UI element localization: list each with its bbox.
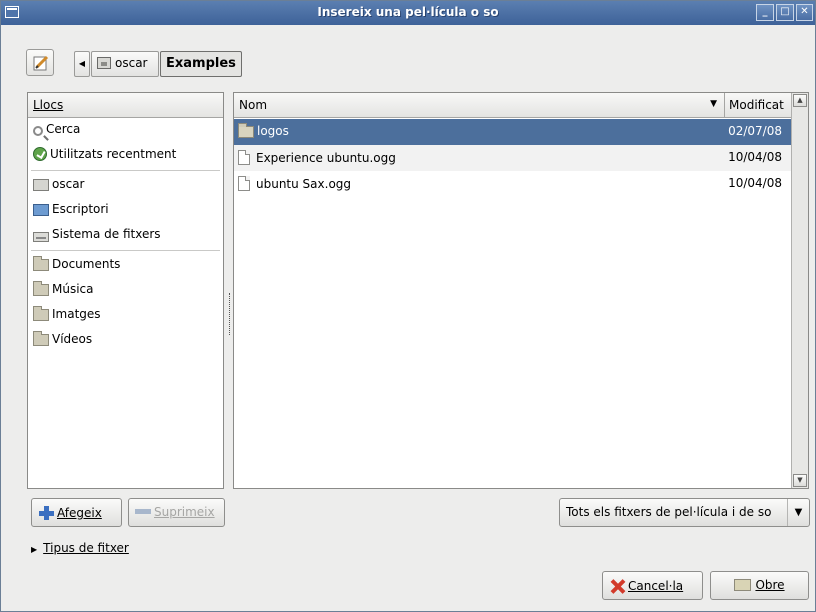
scroll-up-icon[interactable]: ▲ bbox=[793, 94, 807, 107]
sidebar-item-label: Utilitzats recentment bbox=[50, 147, 177, 161]
places-header[interactable]: Llocs bbox=[28, 93, 223, 118]
expander-label: Tipus de fitxer bbox=[43, 541, 129, 555]
file-row[interactable]: ubuntu Sax.ogg 10/04/08 bbox=[234, 171, 792, 197]
sort-down-icon: ▼ bbox=[710, 99, 717, 109]
breadcrumb-examples[interactable]: Examples bbox=[160, 51, 242, 77]
open-button[interactable]: Obre bbox=[710, 571, 809, 600]
desktop-icon bbox=[33, 204, 49, 216]
column-name-header[interactable]: Nom ▼ bbox=[234, 93, 724, 118]
maximize-button[interactable]: □ bbox=[776, 4, 794, 21]
sidebar-item-label: Sistema de fitxers bbox=[52, 227, 161, 241]
file-icon bbox=[238, 176, 250, 191]
expander-arrow-icon: ▶ bbox=[31, 545, 38, 554]
file-date: 10/04/08 bbox=[728, 150, 782, 164]
path-back-button[interactable]: ◀ bbox=[74, 51, 90, 77]
type-location-button[interactable] bbox=[26, 49, 54, 76]
file-row[interactable]: Experience ubuntu.ogg 10/04/08 bbox=[234, 145, 792, 171]
folder-icon bbox=[238, 123, 254, 138]
title-bar[interactable]: Insereix una pel·lícula o so _ □ ✕ bbox=[1, 1, 815, 25]
file-name-cell: ubuntu Sax.ogg bbox=[238, 176, 351, 191]
remove-bookmark-button[interactable]: Suprimeix bbox=[128, 498, 225, 527]
column-name-label: Nom bbox=[239, 98, 268, 112]
file-date: 10/04/08 bbox=[728, 176, 782, 190]
file-list: Nom ▼ Modificat logos 02/07/08 Experienc… bbox=[233, 92, 809, 489]
vertical-scrollbar[interactable]: ▲ ▼ bbox=[791, 93, 808, 488]
file-type-expander[interactable]: ▶ Tipus de fitxer bbox=[31, 541, 129, 555]
folder-icon bbox=[33, 281, 49, 296]
sidebar-item-desktop[interactable]: Escriptori bbox=[28, 198, 223, 223]
minimize-button[interactable]: _ bbox=[756, 4, 774, 21]
sidebar-item-filesystem[interactable]: Sistema de fitxers bbox=[28, 223, 223, 248]
breadcrumb-label: Examples bbox=[166, 56, 236, 71]
places-sidebar: Llocs Cerca Utilitzats recentment oscar … bbox=[27, 92, 224, 489]
sidebar-item-recent[interactable]: Utilitzats recentment bbox=[28, 143, 223, 168]
file-name: Experience ubuntu.ogg bbox=[256, 151, 396, 165]
filter-value: Tots els fitxers de pel·lícula i de so bbox=[566, 505, 772, 519]
sidebar-item-pictures[interactable]: Imatges bbox=[28, 303, 223, 328]
file-row[interactable]: logos 02/07/08 bbox=[234, 119, 792, 145]
folder-icon bbox=[33, 306, 49, 321]
sidebar-item-videos[interactable]: Vídeos bbox=[28, 328, 223, 353]
sidebar-item-label: oscar bbox=[52, 177, 85, 191]
sidebar-item-label: Vídeos bbox=[52, 332, 93, 346]
cancel-icon bbox=[609, 578, 625, 594]
file-icon bbox=[238, 150, 250, 165]
folder-icon bbox=[33, 331, 49, 346]
sidebar-item-oscar[interactable]: oscar bbox=[28, 173, 223, 198]
file-date: 02/07/08 bbox=[728, 124, 782, 138]
add-label: Afegeix bbox=[57, 506, 102, 520]
close-button[interactable]: ✕ bbox=[796, 4, 813, 21]
home-folder-icon bbox=[33, 179, 49, 191]
folder-icon bbox=[33, 256, 49, 271]
file-name-cell: Experience ubuntu.ogg bbox=[238, 150, 396, 165]
sidebar-item-cerca[interactable]: Cerca bbox=[28, 118, 223, 143]
sidebar-item-label: Documents bbox=[52, 257, 121, 271]
cancel-label: Cancel·la bbox=[628, 579, 684, 593]
file-name: logos bbox=[257, 124, 289, 138]
pane-splitter[interactable] bbox=[229, 293, 232, 335]
file-name: ubuntu Sax.ogg bbox=[256, 177, 352, 191]
add-icon bbox=[38, 505, 54, 521]
breadcrumb-oscar[interactable]: oscar bbox=[91, 51, 159, 77]
sidebar-separator bbox=[31, 250, 220, 251]
pencil-icon bbox=[33, 55, 49, 71]
sidebar-item-music[interactable]: Música bbox=[28, 278, 223, 303]
remove-icon bbox=[135, 509, 151, 514]
sidebar-item-label: Imatges bbox=[52, 307, 101, 321]
file-chooser-dialog: Insereix una pel·lícula o so _ □ ✕ ◀ osc… bbox=[0, 0, 816, 612]
scroll-down-icon[interactable]: ▼ bbox=[793, 474, 807, 487]
places-header-label: Llocs bbox=[33, 98, 64, 112]
search-icon bbox=[33, 126, 43, 136]
file-filter-select[interactable]: Tots els fitxers de pel·lícula i de so ▼ bbox=[559, 498, 810, 527]
sidebar-item-label: Cerca bbox=[46, 122, 81, 136]
file-name-cell: logos bbox=[238, 123, 289, 138]
cancel-button[interactable]: Cancel·la bbox=[602, 571, 703, 600]
sidebar-item-documents[interactable]: Documents bbox=[28, 253, 223, 278]
sidebar-separator bbox=[31, 170, 220, 171]
sidebar-item-label: Música bbox=[52, 282, 94, 296]
open-label: Obre bbox=[755, 578, 785, 592]
open-folder-icon bbox=[734, 579, 752, 591]
add-bookmark-button[interactable]: Afegeix bbox=[31, 498, 122, 527]
drive-icon bbox=[33, 232, 49, 242]
home-folder-icon bbox=[97, 57, 111, 69]
breadcrumb-label: oscar bbox=[115, 56, 148, 70]
sidebar-item-label: Escriptori bbox=[52, 202, 109, 216]
file-list-header: Nom ▼ Modificat bbox=[234, 93, 792, 118]
recent-icon bbox=[33, 147, 47, 161]
column-modified-label: Modificat bbox=[729, 98, 784, 112]
column-modified-header[interactable]: Modificat bbox=[724, 93, 792, 118]
remove-label: Suprimeix bbox=[154, 505, 215, 519]
window-title: Insereix una pel·lícula o so bbox=[317, 5, 499, 19]
chevron-down-icon: ▼ bbox=[787, 499, 809, 526]
